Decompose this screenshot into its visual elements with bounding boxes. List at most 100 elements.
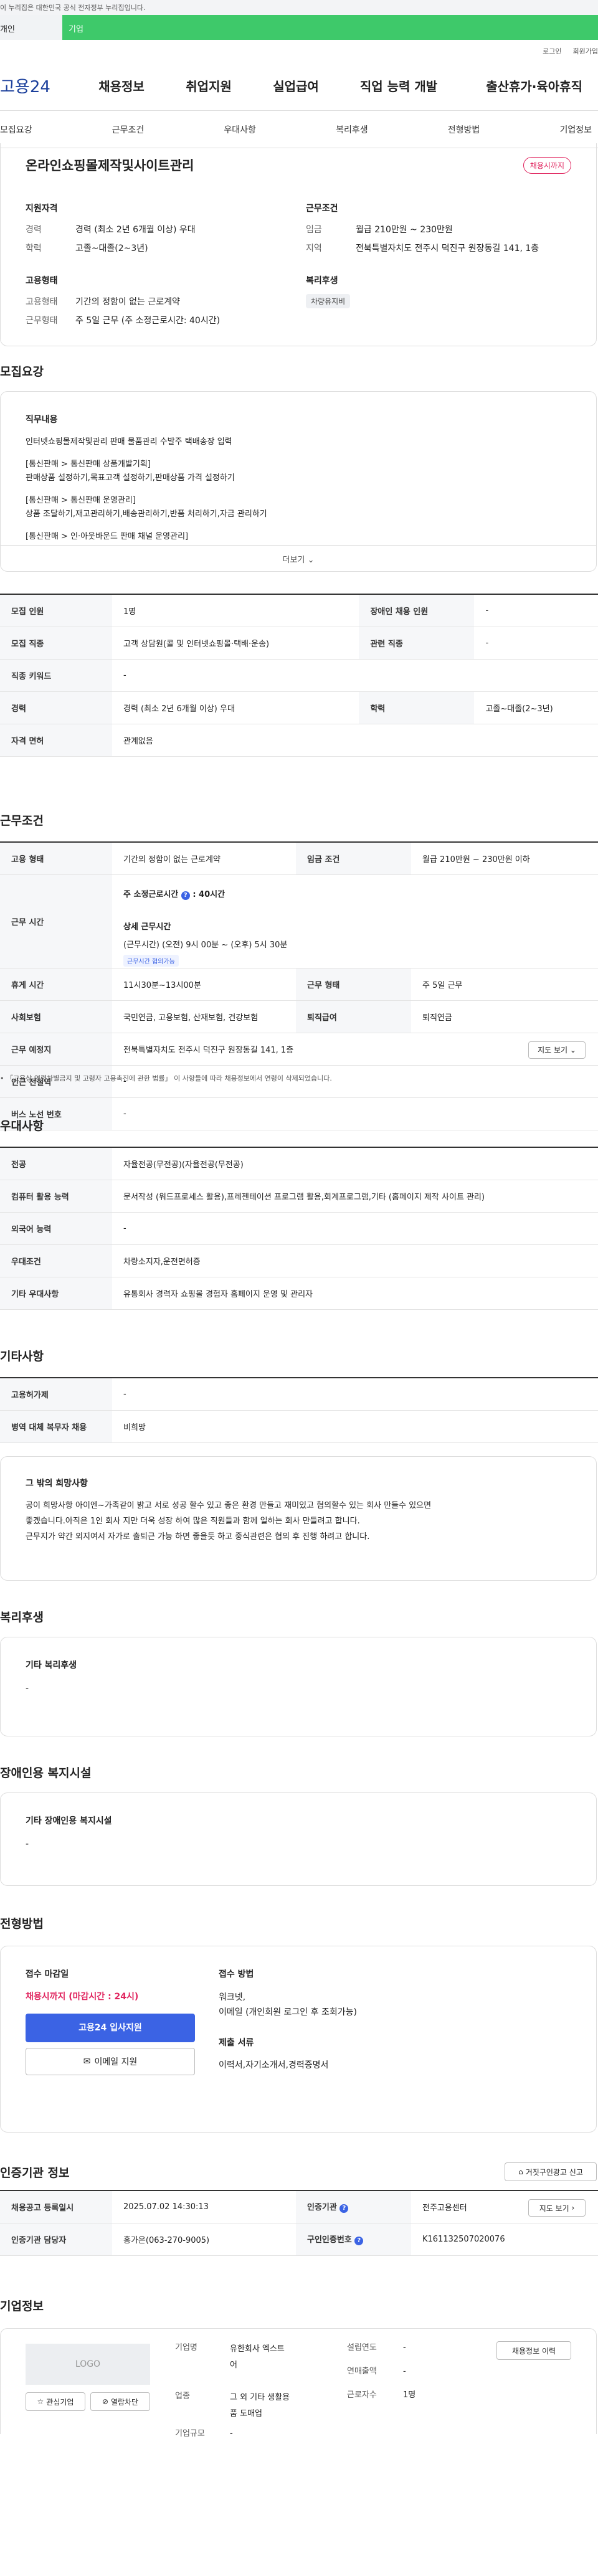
job-history-button[interactable]: 채용정보 이력 [496, 2341, 571, 2360]
nav-menu-employment-support[interactable]: 취업지원 [165, 77, 252, 95]
job-content-text: 인터넷쇼핑몰제작및관리 판매 물품관리 수발주 택배송장 입력 [통신판매 > … [26, 437, 267, 541]
top-tabs: 개인 기업 [0, 15, 598, 40]
company-emp-value: 1명 [403, 2390, 416, 2400]
section-anchor-nav: 모집요강 근무조건 우대사항 복리후생 전형방법 기업정보 [0, 111, 598, 148]
nav-menu-unemployment[interactable]: 실업급여 [252, 77, 339, 95]
table-row: 우대조건 차량소지자,운전면허증 [0, 1244, 598, 1277]
table-row: 경력 경력 (최소 2년 6개월 이상) 우대 학력 고졸~대졸(2~3년) [0, 691, 598, 724]
conditions-table: 고용 형태 기간의 정함이 없는 근로계약 임금 조건 월급 210만원 ~ 230… [0, 841, 598, 1130]
welfare-section-title: 복리후생 [0, 1611, 44, 1624]
gov-banner: 이 누리집은 대한민국 공식 전자정부 누리집입니다. [0, 0, 598, 15]
company-size-label: 기업규모 [175, 2429, 205, 2438]
summary-card: 온라인쇼핑몰제작및사이트관리 채용시까지 지원자격 경력 경력 (최소 2년 6개… [0, 143, 597, 346]
deadline-badge: 채용시까지 [523, 157, 571, 174]
table-row: 직종 키워드 - [0, 659, 598, 692]
company-name-label: 기업명 [175, 2343, 197, 2352]
company-year-label: 설립연도 [347, 2343, 377, 2352]
qual-title: 지원자격 [26, 204, 58, 214]
nav-menu-training[interactable]: 직업 능력 개발 [339, 77, 458, 95]
email-apply-button[interactable]: ✉ 이메일 지원 [26, 2048, 195, 2075]
info-icon[interactable]: ? [181, 891, 190, 900]
company-biz-value: 그 외 기타 생활용 품 도매업 [230, 2393, 290, 2418]
table-row: 고용 형태 기간의 정함이 없는 근로계약 임금 조건 월급 210만원 ~ 230… [0, 842, 598, 875]
block-view-button[interactable]: ⊘ 열람차단 [90, 2392, 150, 2411]
chevron-down-icon: ⌄ [307, 556, 315, 565]
disability-value: - [26, 1839, 29, 1849]
favorite-company-button[interactable]: ☆ 관심기업 [26, 2392, 85, 2411]
memo-card: 그 밖의 희망사항 공이 희망사항 아이엔~가족같이 밝고 서로 성공 할수 있… [0, 1456, 597, 1581]
table-row: 병역 대체 복무자 채용 비희망 [0, 1410, 598, 1443]
info-icon[interactable]: ? [339, 2204, 349, 2214]
table-row: 채용공고 등록일시 2025.07.02 14:30:13 인증기관 ? 전주고용… [0, 2190, 598, 2223]
nav-menu-leave[interactable]: 출산휴가·육아휴직 [458, 77, 582, 95]
star-icon: ☆ [37, 2397, 44, 2406]
anchor-recruit[interactable]: 모집요강 [0, 123, 32, 136]
anchor-selection[interactable]: 전형방법 [448, 123, 480, 136]
join-link[interactable]: 회원가입 [573, 46, 598, 61]
map-view-button[interactable]: 지도 보기 ⌄ [528, 1041, 586, 1059]
login-link[interactable]: 로그인 [543, 46, 561, 61]
disability-sub: 기타 장애인용 복지시설 [26, 1816, 112, 1826]
detail-hours-value: (근무시간) (오전) 9시 00분 ~ (오후) 5시 30분 [123, 940, 288, 950]
edu-row: 학력 고졸~대졸(2~3년) [26, 244, 148, 253]
deadline-value: 채용시까지 (마감시간 : 24시) [26, 1992, 139, 2002]
table-row: 버스 노선 번호 - [0, 1097, 598, 1130]
method-value: 워크넷, 이메일 (개인회원 로그인 후 조회가능) [219, 1992, 357, 2017]
memo-title: 그 밖의 희망사항 [26, 1479, 88, 1489]
agency-title: 인증기관 정보 [0, 2166, 70, 2180]
company-sales-value: - [403, 2367, 406, 2376]
region-row: 지역 전북특별자치도 전주시 덕진구 원장동길 141, 1층 [306, 244, 539, 253]
emp-title: 고용형태 [26, 276, 58, 286]
company-sales-label: 연매출액 [347, 2367, 377, 2376]
utility-menu: 로그인 회원가입 [0, 40, 598, 61]
wage-row: 임금 월급 210만원 ~ 230만원 [306, 225, 453, 235]
company-year-value: - [403, 2343, 406, 2352]
chevron-down-icon: ⌄ [569, 1045, 576, 1054]
report-ad-button[interactable]: ⌂ 거짓구인광고 신고 [505, 2162, 597, 2181]
table-row: 기타 우대사항 유통회사 경력자 쇼핑몰 경험자 홈페이지 운영 및 관리자 [0, 1277, 598, 1310]
cond-title: 근무조건 [306, 204, 338, 214]
disability-card: 기타 장애인용 복지시설 - [0, 1792, 597, 1886]
siren-icon: ⌂ [518, 2167, 523, 2176]
apply-button[interactable]: 고용24 입사지원 [26, 2014, 195, 2042]
table-row: 컴퓨터 활용 능력 문서작성 (워드프로세스 활용),프레젠테이션 프로그램 활용… [0, 1180, 598, 1213]
company-name-value: 유한회사 엑스트 어 [230, 2344, 285, 2370]
tab-company[interactable]: 기업 [62, 15, 598, 40]
prefs-title: 우대사항 [0, 1119, 44, 1133]
etc-table: 고용허가제 - 병역 대체 복무자 채용 비희망 [0, 1377, 598, 1443]
recruit-title: 모집요강 [0, 365, 44, 379]
anchor-welfare[interactable]: 복리후생 [336, 123, 368, 136]
prefs-table: 전공 자율전공(무전공)(자율전공(무전공) 컴퓨터 활용 능력 문서작성 (워드프… [0, 1147, 598, 1310]
anchor-conditions[interactable]: 근무조건 [112, 123, 145, 136]
weekly-hours: 주 소정근로시간 ? : 40시간 [123, 889, 225, 900]
table-row: 고용허가제 - [0, 1378, 598, 1411]
agency-map-button[interactable]: 지도 보기 › [528, 2199, 586, 2217]
job-title: 온라인쇼핑몰제작및사이트관리 [26, 158, 194, 173]
career-row: 경력 경력 (최소 2년 6개월 이상) 우대 [26, 225, 196, 235]
site-logo[interactable]: 고용24 [0, 74, 78, 97]
docs-title: 제출 서류 [219, 2038, 254, 2048]
global-nav: 고용24 채용정보 취업지원 실업급여 직업 능력 개발 출산휴가·육아휴직 [0, 61, 598, 111]
method-title: 접수 방법 [219, 1969, 254, 1979]
table-row: 휴게 시간 11시30분~13시00분 근무 형태 주 5일 근무 [0, 968, 598, 1001]
anchor-company[interactable]: 기업정보 [559, 123, 592, 136]
more-toggle[interactable]: 더보기 ⌄ [1, 545, 596, 571]
anchor-prefs[interactable]: 우대사항 [224, 123, 256, 136]
company-emp-label: 근로자수 [347, 2390, 377, 2400]
disability-title: 장애인용 복지시설 [0, 1766, 92, 1780]
emptype-row: 고용형태 기간의 정함이 없는 근로계약 [26, 297, 180, 307]
hours-negotiable-chip: 근무시간 협의가능 [123, 954, 179, 967]
welfare-sub: 기타 복리후생 [26, 1660, 77, 1670]
etc-title: 기타사항 [0, 1350, 44, 1363]
block-icon: ⊘ [102, 2397, 108, 2406]
job-content-title: 직무내용 [26, 415, 58, 425]
company-card: LOGO ☆ 관심기업 ⊘ 열람차단 기업명 유한회사 엑스트 어 업종 그 외 기타… [0, 2328, 597, 2438]
tab-personal[interactable]: 개인 [0, 15, 62, 40]
nav-menu-jobs[interactable]: 채용정보 [78, 77, 165, 95]
mail-icon: ✉ [83, 2057, 91, 2067]
info-icon[interactable]: ? [354, 2237, 364, 2245]
recruit-card: 직무내용 인터넷쇼핑몰제작및관리 판매 물품관리 수발주 택배송장 입력 [통신… [0, 391, 597, 572]
table-row: 전공 자율전공(무전공)(자율전공(무전공) [0, 1147, 598, 1180]
table-row: 모집 직종 고객 상담원(콜 및 인터넷쇼핑몰·택배·운송) 관련 직종 - [0, 627, 598, 660]
table-row: 근무 시간 주 소정근로시간 ? : 40시간 상세 근무시간 (근무시간) (… [0, 874, 598, 968]
